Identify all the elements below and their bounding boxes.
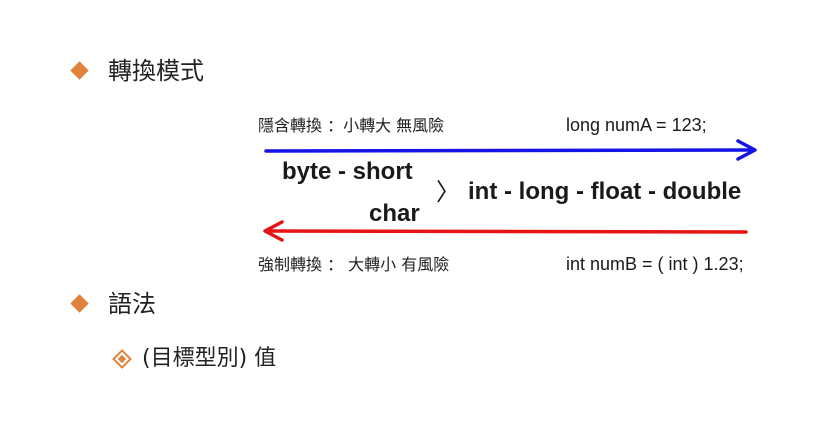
implicit-conversion-label: 隱含轉換 ：小轉大 無風險 (258, 116, 445, 135)
implicit-conversion-example: long numA = 123; (566, 115, 707, 135)
syntax-cast-expression: (目標型別) 值 (142, 346, 277, 371)
heading-syntax: 語法 (108, 290, 156, 318)
explicit-conversion-label: 強制轉換 ： 大轉小 有風險 (258, 255, 450, 274)
sub-bullet-diamond-icon (112, 349, 132, 369)
bullet-diamond-icon (70, 294, 89, 313)
heading-conversion-modes: 轉換模式 (108, 57, 204, 85)
implicit-arrow-line (264, 148, 754, 153)
types-byte-short: byte - short (282, 158, 413, 185)
type-char: char (369, 200, 420, 227)
explicit-conversion-example: int numB = ( int ) 1.23; (566, 254, 744, 274)
types-int-long-float-double: int - long - float - double (468, 178, 742, 205)
explicit-arrowhead (263, 220, 284, 242)
implicit-arrowhead (736, 139, 757, 161)
greater-than-symbol: 〉 (436, 178, 460, 206)
explicit-arrow-line (266, 229, 748, 234)
bullet-diamond-icon (70, 61, 89, 80)
